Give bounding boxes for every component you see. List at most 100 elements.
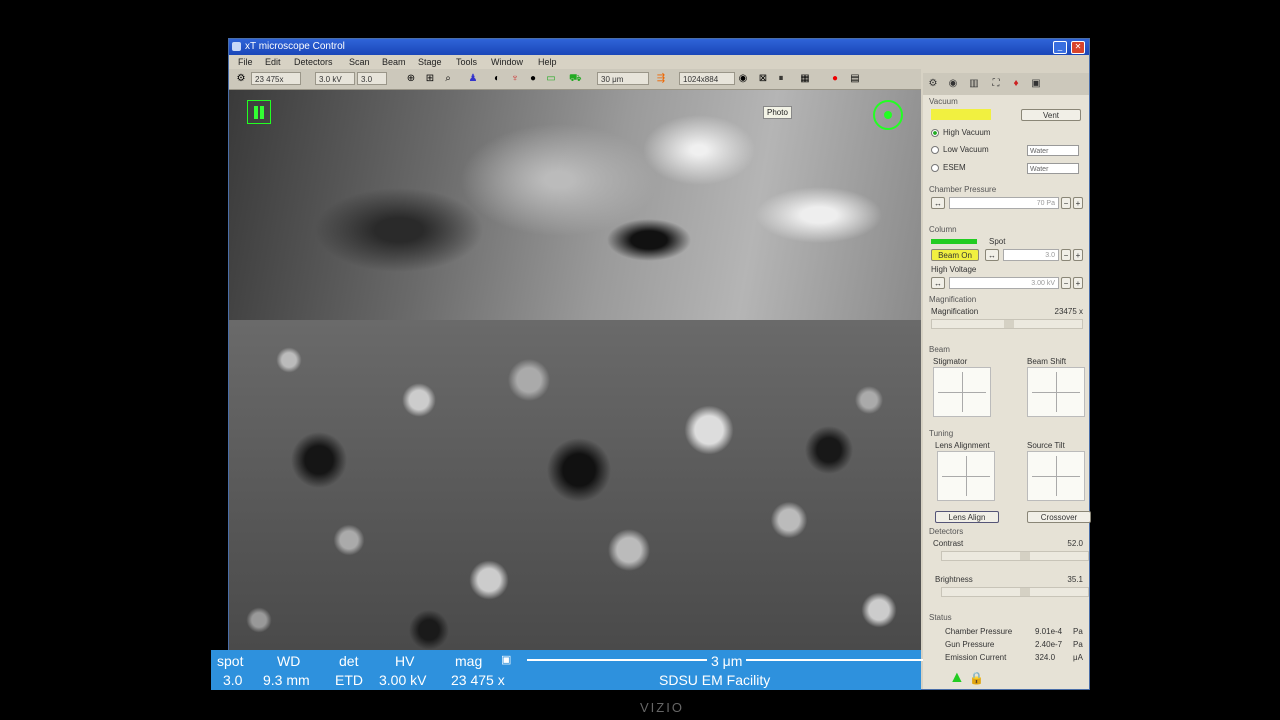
pressure-step-button[interactable]: ↔: [931, 197, 945, 209]
spot-plus-button[interactable]: +: [1073, 249, 1083, 261]
menu-bar: File Edit Detectors Scan Beam Stage Tool…: [229, 55, 1089, 69]
menu-detectors[interactable]: Detectors: [294, 55, 333, 69]
beam-icon[interactable]: ♆: [509, 73, 521, 85]
beam-shift-pad[interactable]: [1027, 367, 1085, 417]
pause-icon[interactable]: ⏸: [775, 73, 787, 85]
column-section-title: Column: [929, 225, 957, 234]
stage-icon[interactable]: ⛟: [569, 73, 582, 85]
pressure-plus-button[interactable]: +: [1073, 197, 1083, 209]
horizontal-field-width-box[interactable]: 30 μm: [597, 72, 649, 85]
lens-alignment-label: Lens Alignment: [935, 441, 990, 450]
stigmator-pad[interactable]: [933, 367, 991, 417]
menu-stage[interactable]: Stage: [418, 55, 442, 69]
high-voltage-field[interactable]: 3.00 kV: [949, 277, 1059, 289]
menu-edit[interactable]: Edit: [265, 55, 281, 69]
brightness-slider[interactable]: [941, 587, 1089, 597]
status-chamber-pressure-value: 9.01e-4: [1035, 627, 1063, 636]
menu-window[interactable]: Window: [491, 55, 523, 69]
grid-icon[interactable]: ▤: [849, 73, 861, 85]
menu-tools[interactable]: Tools: [456, 55, 477, 69]
tab-chart-icon[interactable]: ▥: [967, 77, 981, 91]
stigmator-label: Stigmator: [933, 357, 968, 366]
low-vacuum-radio[interactable]: [931, 146, 939, 154]
beam-on-button[interactable]: Beam On: [931, 249, 979, 261]
toolbar: ⚙ 23 475x 3.0 kV 3.0 ⊕ ⊞ ⌕ ♟ ◐ ♆ ● ▭ ⛟ 3…: [229, 69, 921, 90]
tab-stage-icon[interactable]: ⛶: [989, 77, 1003, 91]
emission-current-unit: μA: [1073, 653, 1083, 662]
crosshair-icon[interactable]: ⊕: [405, 73, 417, 85]
hv-value: 3.00 kV: [379, 672, 427, 688]
spot-size-box[interactable]: 3.0: [357, 72, 387, 85]
snapshot-icon[interactable]: ◉: [737, 73, 749, 85]
mag-value: 23 475 x: [451, 672, 505, 688]
detector-icon[interactable]: ●: [527, 73, 539, 85]
vent-button[interactable]: Vent: [1021, 109, 1081, 121]
menu-file[interactable]: File: [238, 55, 253, 69]
brightness-slider-thumb[interactable]: [1020, 588, 1030, 596]
lock-icon: ▣: [501, 654, 512, 666]
lock-status-icon: 🔒: [969, 671, 984, 685]
spot-step-button[interactable]: ↔: [985, 249, 999, 261]
magnification-label: Magnification: [931, 307, 979, 316]
photo-icon[interactable]: ⊠: [757, 73, 769, 85]
video-icon[interactable]: ▦: [799, 73, 811, 85]
crossover-button[interactable]: Crossover: [1027, 511, 1091, 523]
high-voltage-label: High Voltage: [931, 265, 977, 274]
settings-icon[interactable]: ⚙: [235, 73, 247, 85]
tab-settings-icon[interactable]: ⚙: [926, 77, 940, 91]
lens-align-button[interactable]: Lens Align: [935, 511, 999, 523]
minimize-button[interactable]: _: [1053, 41, 1067, 54]
green-status-icon: ▲: [949, 669, 965, 686]
panel-tabs: ⚙ ◉ ▥ ⛶ ♦ ▣: [923, 73, 1089, 95]
contrast-slider-thumb[interactable]: [1020, 552, 1030, 560]
chamber-pressure-field[interactable]: 70 Pa: [949, 197, 1059, 209]
scan-speed-icon[interactable]: ⇶: [655, 73, 667, 85]
contrast-label: Contrast: [933, 539, 964, 548]
magnification-slider[interactable]: [931, 319, 1083, 329]
contrast-icon[interactable]: ◐: [491, 73, 503, 85]
high-voltage-box[interactable]: 3.0 kV: [315, 72, 355, 85]
sem-image-viewer[interactable]: Photo: [229, 90, 921, 650]
record-icon[interactable]: ●: [829, 73, 841, 85]
high-vacuum-radio[interactable]: [931, 129, 939, 137]
esem-gas-select[interactable]: Water: [1027, 163, 1079, 174]
detectors-section-title: Detectors: [929, 527, 964, 536]
target-icon[interactable]: [873, 100, 903, 130]
magnification-slider-thumb[interactable]: [1004, 320, 1014, 328]
contrast-slider[interactable]: [941, 551, 1089, 561]
app-window: xT microscope Control _ ✕ File Edit Dete…: [211, 38, 1091, 690]
pause-button[interactable]: [247, 100, 271, 124]
wd-value: 9.3 mm: [263, 672, 310, 688]
monitor-brand-label: VIZIO: [640, 700, 684, 715]
esem-radio[interactable]: [931, 164, 939, 172]
high-vacuum-label: High Vacuum: [943, 128, 991, 137]
menu-beam[interactable]: Beam: [382, 55, 406, 69]
low-vacuum-gas-select[interactable]: Water: [1027, 145, 1079, 156]
pressure-minus-button[interactable]: −: [1061, 197, 1071, 209]
tab-window-icon[interactable]: ▣: [1029, 77, 1043, 91]
status-chamber-pressure-unit: Pa: [1073, 627, 1083, 636]
user-icon[interactable]: ♟: [467, 73, 479, 85]
hv-step-button[interactable]: ↔: [931, 277, 945, 289]
source-tilt-pad[interactable]: [1027, 451, 1085, 501]
tab-eye-icon[interactable]: ◉: [946, 77, 960, 91]
lens-alignment-pad[interactable]: [937, 451, 995, 501]
menu-help[interactable]: Help: [538, 55, 557, 69]
hv-plus-button[interactable]: +: [1073, 277, 1083, 289]
gun-pressure-label: Gun Pressure: [945, 640, 995, 649]
source-tilt-label: Source Tilt: [1027, 441, 1065, 450]
tab-alert-icon[interactable]: ♦: [1009, 77, 1023, 91]
mag-label: mag: [455, 653, 483, 669]
menu-scan[interactable]: Scan: [349, 55, 370, 69]
vacuum-status-indicator: [931, 109, 991, 120]
spot-field[interactable]: 3.0: [1003, 249, 1059, 261]
hv-minus-button[interactable]: −: [1061, 277, 1071, 289]
spot-minus-button[interactable]: −: [1061, 249, 1071, 261]
magnifier-icon[interactable]: ⌕: [442, 73, 454, 85]
close-button[interactable]: ✕: [1071, 41, 1085, 54]
magnification-box[interactable]: 23 475x: [251, 72, 301, 85]
zoom-icon[interactable]: ⊞: [424, 73, 436, 85]
resolution-box[interactable]: 1024x884: [679, 72, 735, 85]
gun-pressure-unit: Pa: [1073, 640, 1083, 649]
screen-icon[interactable]: ▭: [545, 73, 557, 85]
